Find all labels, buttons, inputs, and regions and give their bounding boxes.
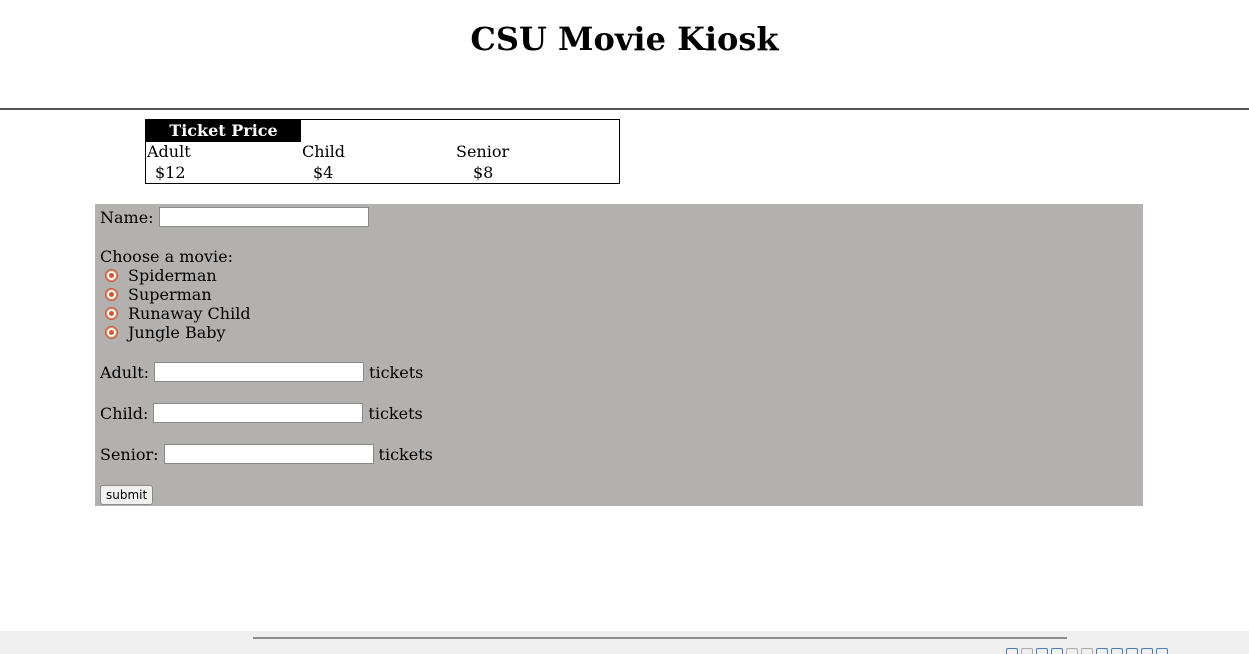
status-icon[interactable] [1066,648,1078,654]
senior-label: Senior: [100,444,159,464]
status-divider [253,637,1067,639]
child-tickets-input[interactable] [153,403,364,423]
header-divider [0,108,1249,110]
radio-button[interactable] [105,269,118,282]
movie-option-superman[interactable]: Superman [105,285,212,304]
movie-option-label: Jungle Baby [128,323,226,342]
child-label: Child: [100,403,149,423]
status-icon[interactable] [1051,648,1063,654]
price-value-child: $4 [313,163,334,182]
child-tickets-row: Child: tickets [100,402,423,424]
senior-tickets-row: Senior: tickets [100,443,433,465]
ticket-price-table: Ticket Price Adult Child Senior $12 $4 $… [145,119,620,184]
status-icons [1006,648,1168,654]
status-bar [0,631,1249,654]
movie-option-label: Runaway Child [128,304,251,323]
price-label-senior: Senior [456,142,510,161]
status-icon[interactable] [1141,648,1153,654]
movie-option-jungle-baby[interactable]: Jungle Baby [105,323,226,342]
movie-option-runaway-child[interactable]: Runaway Child [105,304,251,323]
movie-option-label: Spiderman [128,266,217,285]
status-icon[interactable] [1081,648,1093,654]
submit-button[interactable]: submit [100,485,154,505]
adult-tickets-row: Adult: tickets [100,361,423,383]
radio-button[interactable] [105,288,118,301]
tickets-suffix: tickets [368,403,423,423]
choose-movie-label: Choose a movie: [100,247,234,266]
tickets-suffix: tickets [378,444,433,464]
status-icon[interactable] [1021,648,1033,654]
radio-button[interactable] [105,307,118,320]
status-icon[interactable] [1111,648,1123,654]
page: CSU Movie Kiosk Ticket Price Adult Child… [0,0,1249,654]
movie-option-label: Superman [128,285,212,304]
price-value-senior: $8 [473,163,494,182]
name-input[interactable] [158,207,369,227]
status-icon[interactable] [1096,648,1108,654]
name-label: Name: [100,207,154,227]
status-icon[interactable] [1126,648,1138,654]
radio-button[interactable] [105,326,118,339]
order-form: Name: Choose a movie: Spiderman Superman… [95,204,1143,506]
adult-label: Adult: [100,362,150,382]
price-value-adult: $12 [155,163,186,182]
name-row: Name: [100,206,374,228]
price-label-child: Child [302,142,346,161]
ticket-price-header: Ticket Price [146,120,301,142]
status-icon[interactable] [1156,648,1168,654]
movie-option-spiderman[interactable]: Spiderman [105,266,217,285]
status-icon[interactable] [1006,648,1018,654]
page-title: CSU Movie Kiosk [470,20,779,58]
tickets-suffix: tickets [369,362,424,382]
status-icon[interactable] [1036,648,1048,654]
adult-tickets-input[interactable] [154,362,365,382]
senior-tickets-input[interactable] [163,444,374,464]
price-label-adult: Adult [147,142,191,161]
